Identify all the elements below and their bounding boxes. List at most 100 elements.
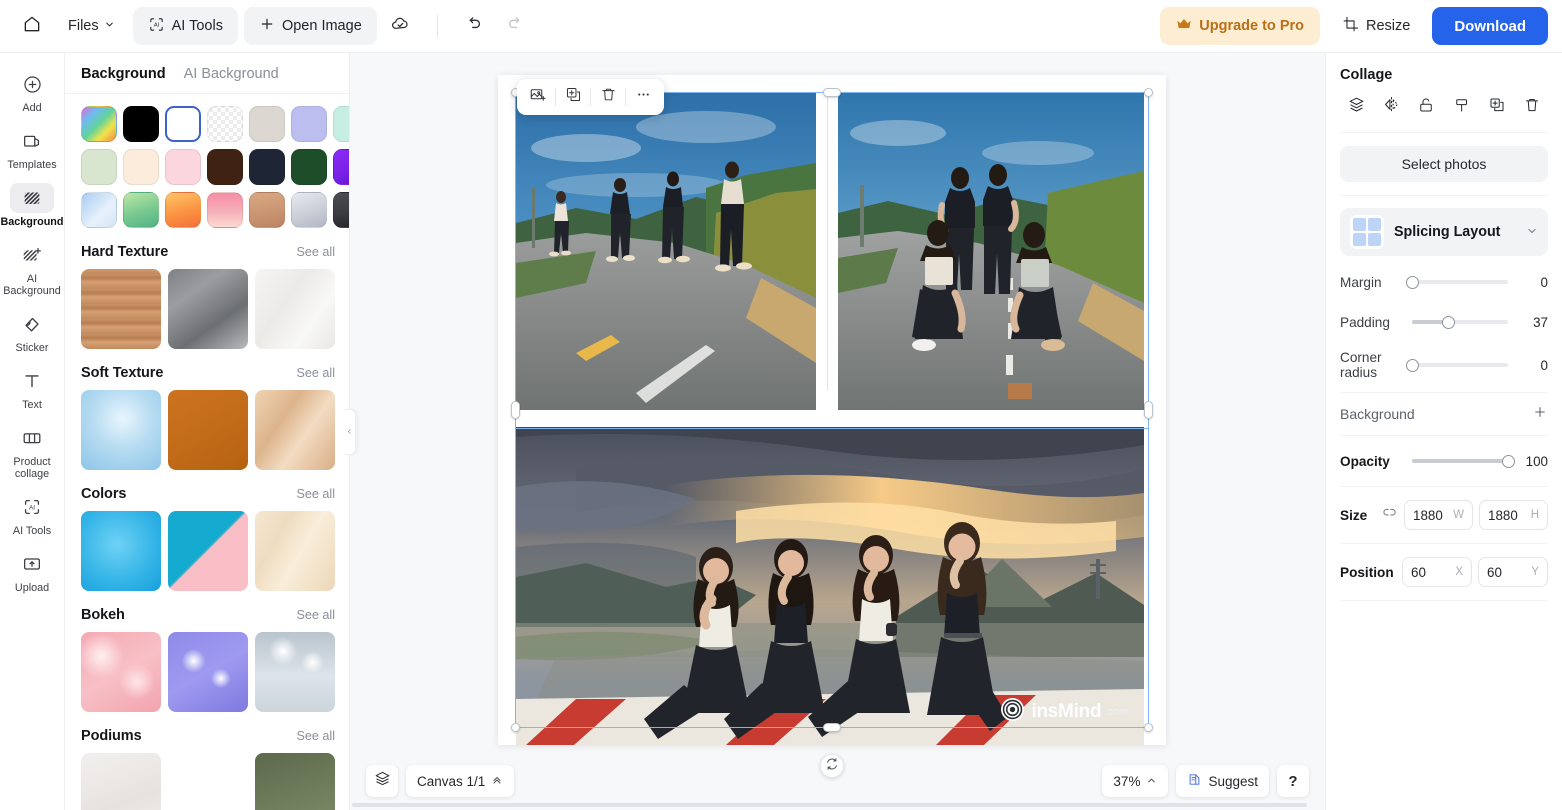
sidebar-item-add[interactable]: Add: [2, 63, 62, 118]
thumb-silver-bokeh[interactable]: [255, 632, 335, 712]
thumb-teal-pink-diagonal[interactable]: [168, 511, 248, 591]
opacity-slider[interactable]: [1412, 452, 1515, 470]
undo-button[interactable]: [456, 8, 492, 44]
ai-tools-button[interactable]: AI AI Tools: [132, 7, 238, 45]
flip-button[interactable]: [1377, 94, 1405, 120]
photo-four-women-sitting-sunset[interactable]: insMind .com: [516, 427, 1144, 745]
swatch-blush-pink[interactable]: [165, 149, 201, 185]
photo-four-women-walking-road[interactable]: [516, 93, 816, 410]
sidebar-item-product-collage[interactable]: Product collage: [2, 417, 62, 484]
margin-slider[interactable]: [1406, 273, 1508, 291]
fill-color-button[interactable]: [1448, 94, 1476, 120]
size-width-field[interactable]: W: [1404, 500, 1473, 530]
tab-background[interactable]: Background: [81, 66, 166, 84]
horizontal-scrollbar[interactable]: [350, 803, 1325, 808]
swatch-sage[interactable]: [81, 149, 117, 185]
sidebar-item-ai-tools[interactable]: AI AI Tools: [2, 486, 62, 541]
swatch-green-gradient[interactable]: [123, 192, 159, 228]
resize-button[interactable]: Resize: [1330, 7, 1422, 45]
thumb-water-splash[interactable]: [81, 390, 161, 470]
canvas-area[interactable]: insMind .com Canvas 1/1 37% Suggest ?: [350, 53, 1325, 810]
thumb-orange-leather[interactable]: [168, 390, 248, 470]
padding-slider[interactable]: [1412, 313, 1508, 331]
tab-ai-background[interactable]: AI Background: [184, 66, 279, 84]
position-y-input[interactable]: [1487, 564, 1528, 580]
swatch-dark-brown[interactable]: [207, 149, 243, 185]
canvas-stage[interactable]: insMind .com: [498, 75, 1166, 778]
aspect-link-button[interactable]: [1382, 505, 1397, 525]
duplicate-button[interactable]: [556, 83, 590, 111]
sidebar-item-sticker[interactable]: Sticker: [2, 303, 62, 358]
slider-knob[interactable]: [1406, 275, 1419, 289]
see-all-link[interactable]: See all: [296, 487, 335, 501]
open-image-button[interactable]: Open Image: [243, 7, 377, 45]
thumb-pink-bokeh[interactable]: [81, 632, 161, 712]
swatch-periwinkle[interactable]: [291, 106, 327, 142]
upgrade-to-pro-button[interactable]: Upgrade to Pro: [1160, 7, 1320, 45]
layout-selector[interactable]: Splicing Layout: [1340, 208, 1548, 256]
see-all-link[interactable]: See all: [296, 608, 335, 622]
corner-radius-slider[interactable]: [1406, 356, 1508, 374]
thumb-gray-concrete[interactable]: [168, 269, 248, 349]
add-background-button[interactable]: [1532, 404, 1548, 424]
swatch-transparent[interactable]: [207, 106, 243, 142]
home-button[interactable]: [14, 8, 50, 44]
size-width-input[interactable]: [1413, 507, 1450, 523]
select-photos-button[interactable]: Select photos: [1340, 146, 1548, 182]
sidebar-item-templates[interactable]: Templates: [2, 120, 62, 175]
thumb-purple-bokeh[interactable]: [168, 632, 248, 712]
download-button[interactable]: Download: [1432, 7, 1548, 45]
thumb-beige-cream-swirl[interactable]: [255, 390, 335, 470]
size-height-input[interactable]: [1488, 507, 1527, 523]
swatch-dark-gradient[interactable]: [333, 192, 349, 228]
swatch-black[interactable]: [123, 106, 159, 142]
thumb-tan-podium[interactable]: [168, 753, 248, 810]
swatch-tan-gradient[interactable]: [249, 192, 285, 228]
thumb-beige-diagonal[interactable]: [255, 511, 335, 591]
thumb-green-podium[interactable]: [255, 753, 335, 810]
scrollbar-thumb[interactable]: [352, 803, 1307, 807]
cloud-save-button[interactable]: [383, 8, 419, 44]
see-all-link[interactable]: See all: [296, 245, 335, 259]
layers-order-button[interactable]: [1342, 94, 1370, 120]
position-y-field[interactable]: Y: [1478, 557, 1548, 587]
swatch-forest-green[interactable]: [291, 149, 327, 185]
swatch-orange-gradient[interactable]: [165, 192, 201, 228]
delete-button[interactable]: [591, 83, 625, 111]
position-x-field[interactable]: X: [1402, 557, 1472, 587]
suggest-button[interactable]: Suggest: [1176, 765, 1269, 797]
slider-knob[interactable]: [1406, 358, 1419, 372]
swatch-cream[interactable]: [123, 149, 159, 185]
sidebar-item-text[interactable]: Text: [2, 360, 62, 415]
rotate-handle[interactable]: [820, 754, 844, 778]
swatch-violet[interactable]: [333, 149, 349, 185]
delete-button[interactable]: [1518, 94, 1546, 120]
layers-button[interactable]: [366, 765, 398, 797]
swatch-silver-gradient[interactable]: [291, 192, 327, 228]
redo-button[interactable]: [498, 8, 534, 44]
swatch-rainbow-gradient[interactable]: [81, 106, 117, 142]
swatch-white[interactable]: [165, 106, 201, 142]
thumb-white-podium[interactable]: [81, 753, 161, 810]
files-menu-button[interactable]: Files: [56, 8, 127, 44]
canvas-page-selector[interactable]: Canvas 1/1: [406, 765, 515, 797]
zoom-control[interactable]: 37%: [1102, 765, 1169, 797]
thumb-white-marble[interactable]: [255, 269, 335, 349]
see-all-link[interactable]: See all: [296, 729, 335, 743]
swatch-mint[interactable]: [333, 106, 349, 142]
see-all-link[interactable]: See all: [296, 366, 335, 380]
slider-knob[interactable]: [1502, 454, 1515, 468]
thumb-wood-planks[interactable]: [81, 269, 161, 349]
swatch-navy-charcoal[interactable]: [249, 149, 285, 185]
lock-button[interactable]: [1412, 94, 1440, 120]
size-height-field[interactable]: H: [1479, 500, 1548, 530]
thumb-cyan-radial[interactable]: [81, 511, 161, 591]
help-button[interactable]: ?: [1277, 765, 1309, 797]
photo-four-women-posing-road[interactable]: [838, 93, 1144, 410]
swatch-pink-gradient[interactable]: [207, 192, 243, 228]
replace-image-button[interactable]: [521, 83, 555, 111]
swatch-sky-blue-gradient[interactable]: [81, 192, 117, 228]
sidebar-item-upload[interactable]: Upload: [2, 543, 62, 598]
duplicate-button[interactable]: [1483, 94, 1511, 120]
swatch-warm-gray[interactable]: [249, 106, 285, 142]
